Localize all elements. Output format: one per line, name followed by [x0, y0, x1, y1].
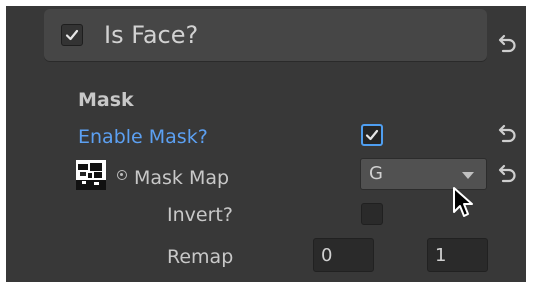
invert-checkbox[interactable]	[361, 203, 383, 225]
checkmark-icon	[365, 129, 379, 141]
object-picker-target-icon[interactable]	[117, 170, 127, 180]
invert-label: Invert?	[167, 204, 233, 226]
mask-section-title: Mask	[78, 89, 134, 111]
enable-mask-label: Enable Mask?	[78, 126, 208, 148]
revert-arrow-icon[interactable]	[496, 34, 518, 56]
mask-map-label: Mask Map	[134, 167, 230, 189]
checkmark-icon	[65, 29, 79, 41]
mask-map-thumbnail[interactable]	[76, 160, 106, 190]
remap-max-input[interactable]	[428, 239, 487, 271]
is-face-label: Is Face?	[104, 21, 199, 49]
enable-mask-checkbox[interactable]	[361, 124, 383, 146]
dropdown-arrow-icon	[462, 172, 474, 179]
is-face-checkbox[interactable]	[61, 24, 83, 46]
texture-preview-icon	[76, 160, 106, 190]
revert-arrow-icon[interactable]	[496, 124, 518, 146]
remap-min-field[interactable]	[313, 238, 374, 272]
mouse-cursor-icon	[453, 187, 473, 217]
remap-max-field[interactable]	[427, 238, 488, 272]
dropdown-selected-value: G	[369, 163, 383, 184]
remap-min-input[interactable]	[314, 239, 373, 271]
revert-arrow-icon[interactable]	[496, 164, 518, 186]
remap-label: Remap	[167, 246, 234, 268]
